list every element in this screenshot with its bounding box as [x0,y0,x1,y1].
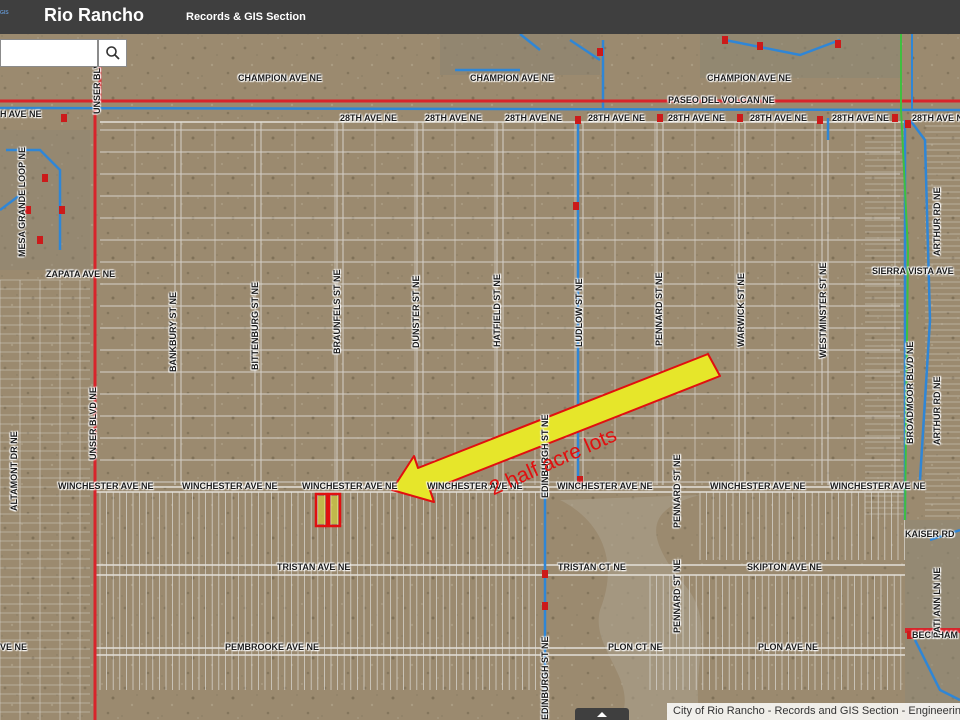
street-label-vertical: BRAUNFELS ST NE [332,269,342,354]
street-label-vertical: DUNSTER ST NE [411,275,421,348]
hydrant-marker [597,48,603,56]
street-label: 28TH AVE NE [588,113,646,123]
app-logo[interactable]: GIS [0,9,11,17]
street-label: PLON AVE NE [758,642,819,652]
street-label: SKIPTON AVE NE [747,562,822,572]
street-label-vertical: PENNARD ST NE [672,454,682,528]
hydrant-marker [657,114,663,122]
street-label-vertical: UNSER BLVD NE [88,387,98,460]
street-label: CHAMPION AVE NE [470,73,555,83]
street-label: 28TH AVE NE [505,113,563,123]
street-label: WINCHESTER AVE NE [58,481,154,491]
aerial-imagery [0,34,960,720]
street-label: 28TH AVE NE [750,113,808,123]
hydrant-marker [59,206,65,214]
street-label: WINCHESTER AVE NE [557,481,653,491]
hydrant-marker [757,42,763,50]
street-label-vertical: ALTAMONT DR NE [9,431,19,511]
street-label: WINCHESTER AVE NE [710,481,806,491]
street-label: TRISTAN CT NE [558,562,626,572]
street-label: PEMBROOKE AVE NE [225,642,320,652]
hydrant-marker [37,236,43,244]
street-label: H AVE NE [0,109,42,119]
map-canvas[interactable] [0,34,960,720]
street-label-vertical: BITTENBURG ST NE [250,281,260,370]
street-label-vertical: HATFIELD ST NE [492,274,502,347]
street-label-vertical: ARTHUR RD NE [932,376,942,446]
app-subtitle: Records & GIS Section [186,11,306,23]
street-label-vertical: MESA GRANDE LOOP NE [17,146,27,257]
street-label: 28TH AVE NE [668,113,726,123]
hydrant-marker [905,120,911,128]
map-attribution: City of Rio Rancho - Records and GIS Sec… [667,703,960,720]
street-label-vertical: WARWICK ST NE [736,273,746,347]
street-label-vertical: EDINBURGH ST NE [540,636,550,720]
app-title: Rio Rancho [44,5,145,25]
street-label: PLON CT NE [608,642,663,652]
street-label-vertical: PENNARD ST NE [654,272,664,346]
street-label: PASEO DEL VOLCAN NE [668,95,775,105]
hydrant-marker [737,114,743,122]
street-label: CHAMPION AVE NE [238,73,323,83]
hydrant-marker [542,570,548,578]
search-button[interactable] [98,39,127,67]
street-label-vertical: BANKBURY ST NE [168,291,178,372]
street-label: KAISER RD [905,529,955,539]
street-label: 28TH AVE NE [425,113,483,123]
street-label: WINCHESTER AVE NE [830,481,926,491]
hydrant-marker [542,602,548,610]
hydrant-marker [817,116,823,124]
street-label: WINCHESTER AVE NE [302,481,398,491]
hydrant-marker [42,174,48,182]
street-label-vertical: WESTMINSTER ST NE [818,262,828,358]
street-label: TRISTAN AVE NE [277,562,351,572]
hydrant-marker [892,114,898,122]
hydrant-marker [573,202,579,210]
hydrant-marker [835,40,841,48]
street-label: SIERRA VISTA AVE [872,266,954,276]
street-label: 28TH AVE NE [912,113,960,123]
hydrant-marker [61,114,67,122]
street-label-vertical: PENNARD ST NE [672,559,682,633]
street-label: CHAMPION AVE NE [707,73,792,83]
street-label-vertical: BROADMOOR BLVD NE [905,341,915,444]
search-icon [105,46,120,60]
street-label: 28TH AVE NE [340,113,398,123]
street-label: 28TH AVE NE [832,113,890,123]
chevron-up-icon [597,712,607,717]
street-label: ZAPATA AVE NE [46,269,116,279]
subject-lots[interactable] [314,492,342,528]
street-label-vertical: PATI ANN LN NE [932,567,942,638]
street-label-vertical: LUDLOW ST NE [574,278,584,348]
footer-collapse-button[interactable] [575,708,629,720]
hydrant-marker [722,36,728,44]
map-view[interactable]: CHAMPION AVE NE CHAMPION AVE NE CHAMPION A… [0,34,960,720]
app-header: GIS Rio Rancho Records & GIS Section [0,0,960,34]
street-label: VE NE [0,642,28,652]
street-label: WINCHESTER AVE NE [182,481,278,491]
hydrant-marker [575,116,581,124]
search-input[interactable] [0,39,98,67]
street-label-vertical: ARTHUR RD NE [932,187,942,257]
